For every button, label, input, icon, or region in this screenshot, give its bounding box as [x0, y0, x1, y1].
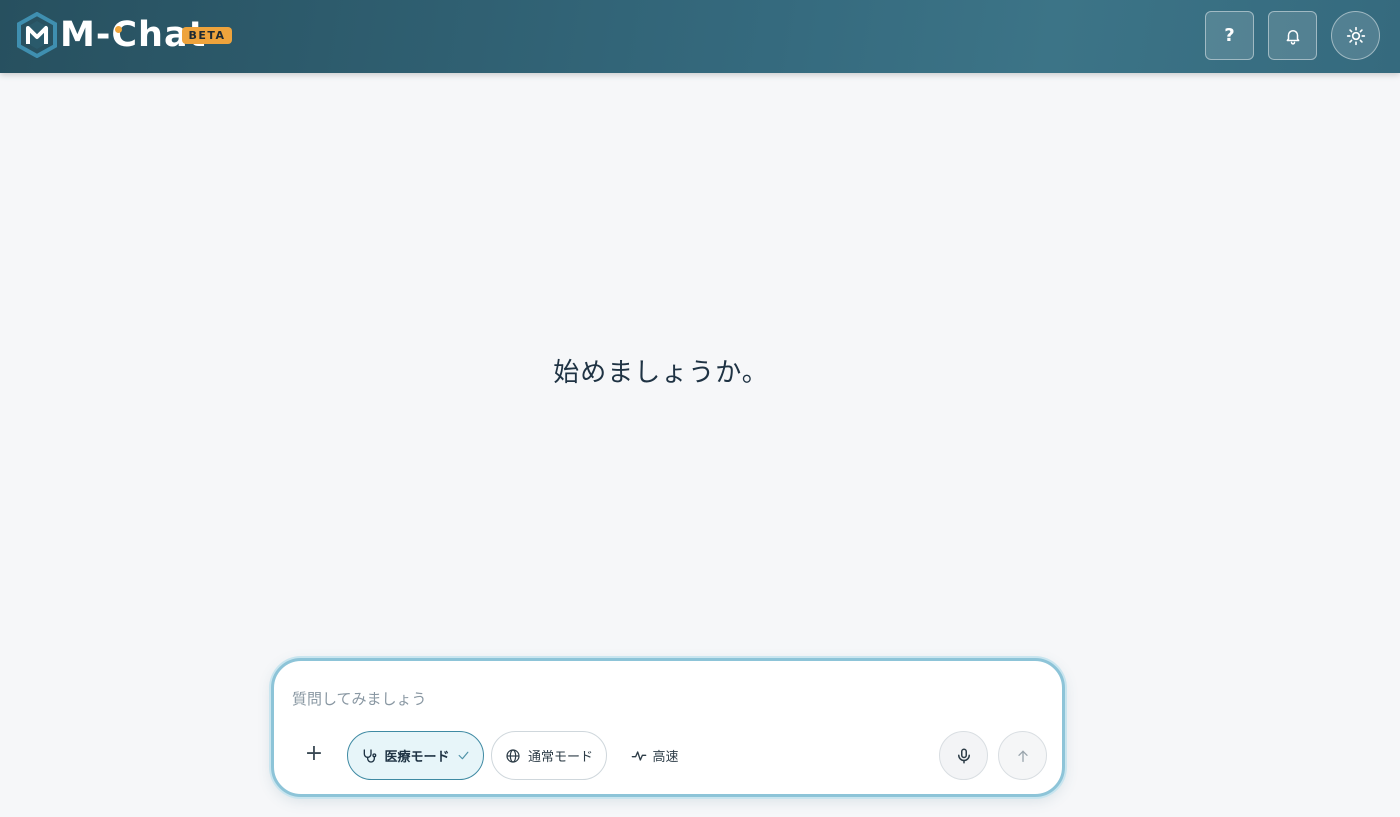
fast-mode-label: 高速 — [652, 750, 679, 765]
logo[interactable]: M-Chat — [16, 11, 206, 59]
medical-mode-label: 医療モード — [384, 750, 450, 765]
help-button[interactable]: ? — [1205, 11, 1254, 60]
app-header: M-Chat BETA ? — [0, 0, 1400, 73]
arrow-up-icon — [1017, 750, 1028, 762]
theme-toggle-button[interactable] — [1331, 11, 1380, 60]
plus-icon: + — [304, 740, 324, 766]
bell-icon — [1286, 29, 1299, 45]
fast-mode-button[interactable]: 高速 — [626, 731, 684, 780]
normal-mode-button[interactable]: 通常モード — [491, 731, 607, 780]
microphone-icon — [957, 748, 970, 763]
logo-dot — [115, 26, 122, 33]
m-chat-logo-icon — [17, 12, 57, 58]
send-button[interactable] — [998, 731, 1047, 780]
help-icon: ? — [1224, 25, 1235, 46]
chat-composer: + 医療モード 通常モード 高速 — [271, 658, 1065, 797]
pulse-icon — [632, 750, 647, 761]
greeting-text: 始めましょうか。 — [553, 358, 769, 388]
chat-input[interactable] — [292, 681, 992, 717]
notifications-button[interactable] — [1268, 11, 1317, 60]
check-icon — [458, 751, 468, 760]
beta-badge: BETA — [182, 27, 232, 44]
stethoscope-icon — [364, 748, 377, 763]
normal-mode-label: 通常モード — [527, 750, 593, 765]
add-attachment-button[interactable]: + — [296, 735, 332, 771]
sun-icon — [1346, 26, 1365, 45]
globe-icon — [506, 748, 520, 763]
medical-mode-button[interactable]: 医療モード — [347, 731, 484, 780]
voice-input-button[interactable] — [939, 731, 988, 780]
